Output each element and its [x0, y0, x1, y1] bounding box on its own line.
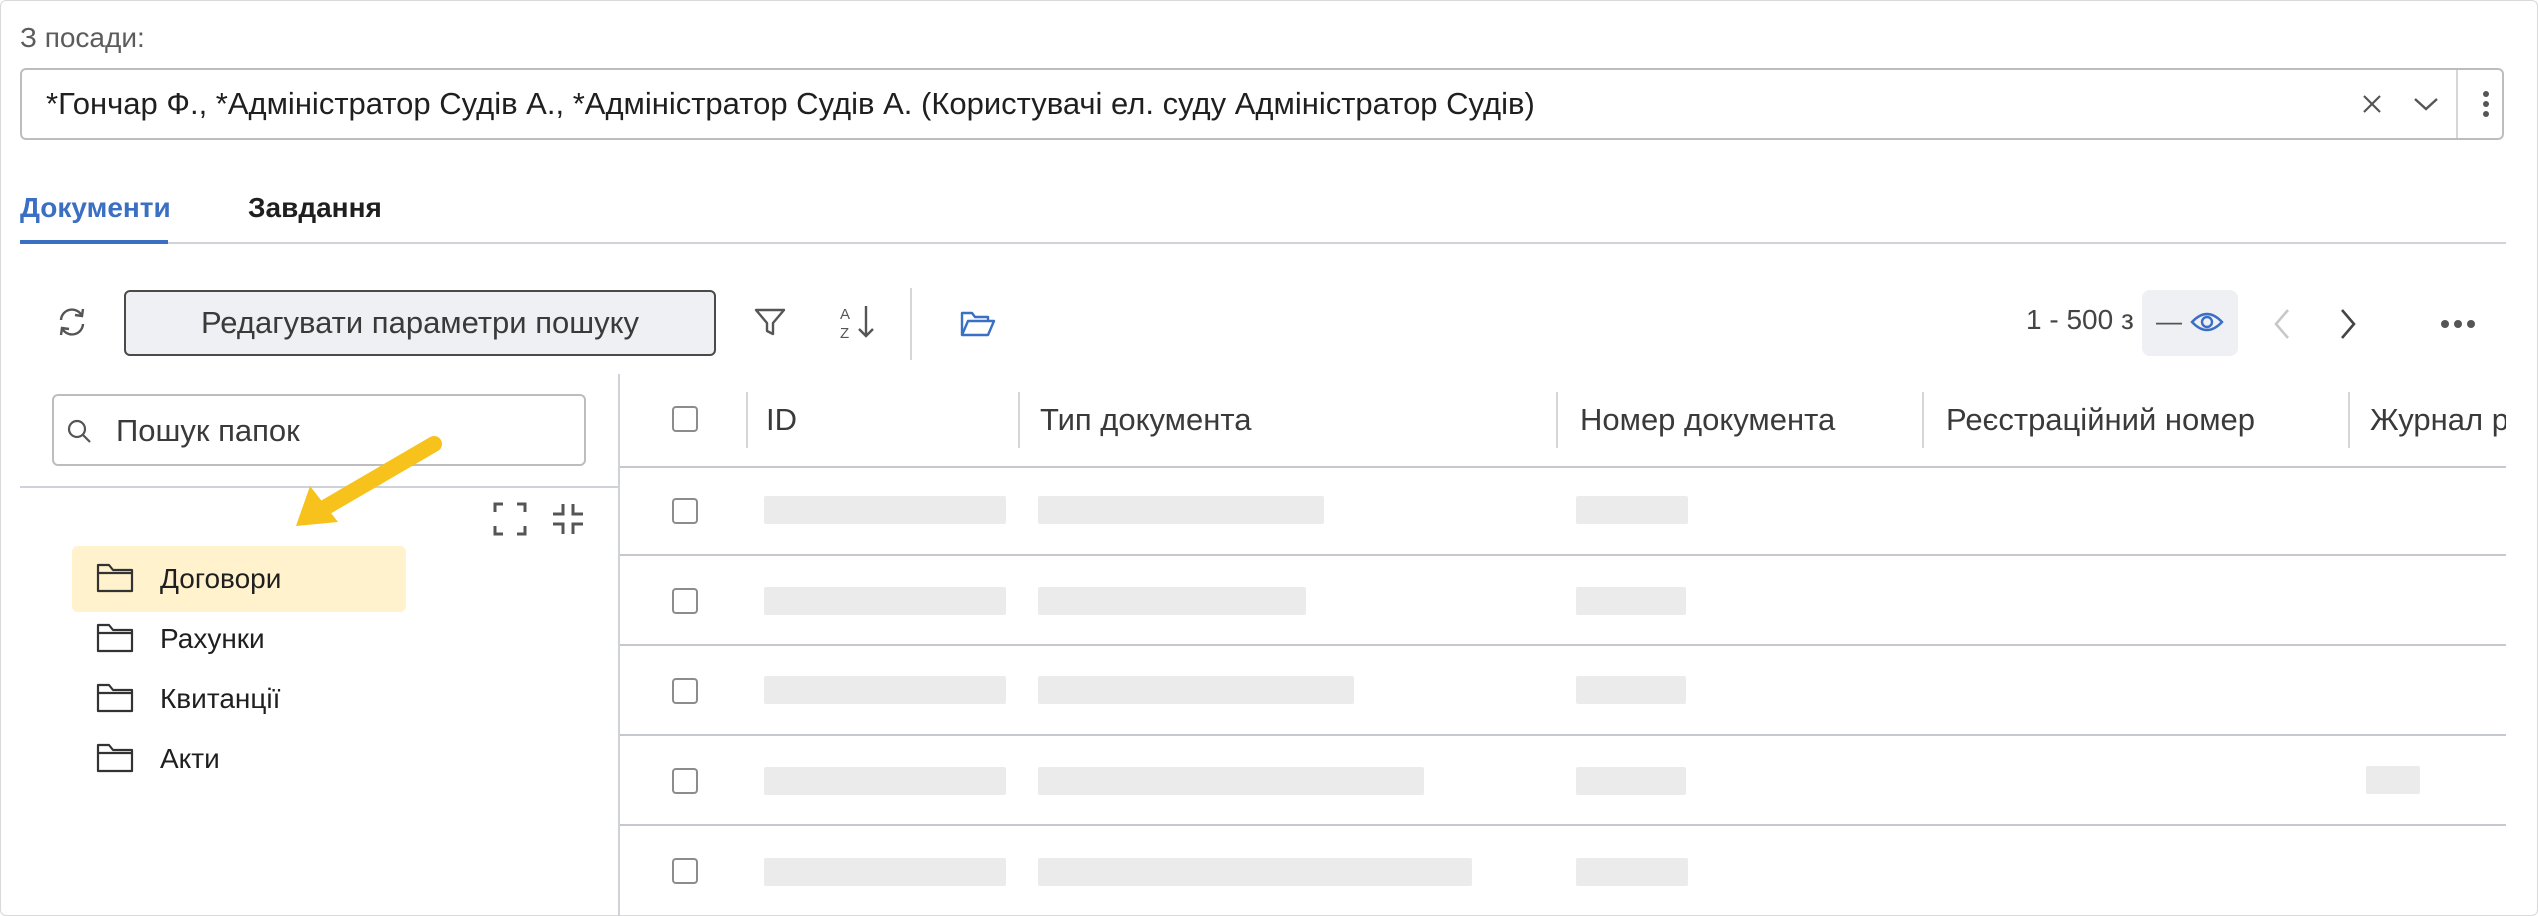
annotation-arrow	[296, 436, 442, 526]
row-checkbox[interactable]	[672, 678, 698, 704]
tab-documents[interactable]: Документи	[20, 192, 171, 224]
refresh-icon[interactable]	[52, 302, 92, 342]
edit-search-params-button[interactable]: Редагувати параметри пошуку	[124, 290, 716, 356]
pager-range: 1 - 500 з	[2026, 304, 2134, 335]
grid-header-divider	[620, 466, 2506, 468]
show-total-button[interactable]: —	[2142, 290, 2238, 356]
loading-placeholder	[1576, 676, 1686, 704]
sort-az-icon[interactable]: A Z	[836, 300, 880, 344]
collapse-icon[interactable]	[550, 500, 586, 538]
row-divider	[620, 644, 2506, 646]
loading-placeholder	[764, 587, 1006, 615]
search-icon	[66, 418, 92, 449]
active-tab-indicator	[20, 240, 168, 244]
select-separator	[2456, 70, 2458, 138]
loading-placeholder	[2366, 766, 2420, 794]
folder-label: Акти	[160, 743, 220, 774]
column-header-doc-number[interactable]: Номер документа	[1580, 402, 1835, 438]
loading-placeholder	[764, 496, 1006, 524]
row-checkbox[interactable]	[672, 858, 698, 884]
loading-placeholder	[764, 858, 1006, 886]
loading-placeholder	[1576, 858, 1688, 886]
select-all-checkbox[interactable]	[672, 406, 698, 432]
folder-label: Рахунки	[160, 623, 265, 654]
row-checkbox[interactable]	[672, 498, 698, 524]
folder-icon	[96, 683, 134, 718]
loading-placeholder	[764, 767, 1006, 795]
column-header-journal[interactable]: Журнал р	[2370, 402, 2506, 438]
position-label: З посади:	[20, 22, 145, 53]
eye-icon	[2190, 308, 2224, 341]
column-header-reg-number[interactable]: Реєстраційний номер	[1946, 402, 2255, 438]
column-header-doc-type[interactable]: Тип документа	[1040, 402, 1251, 438]
clear-icon[interactable]	[2352, 70, 2392, 138]
folder-label: Квитанції	[160, 683, 281, 714]
row-checkbox[interactable]	[672, 768, 698, 794]
folder-icon	[96, 563, 134, 598]
folder-item-receipts[interactable]: Квитанції	[72, 666, 406, 732]
column-separator[interactable]	[1018, 392, 1020, 448]
loading-placeholder	[1038, 496, 1324, 524]
folder-item-invoices[interactable]: Рахунки	[72, 606, 406, 672]
row-divider	[620, 824, 2506, 826]
folder-item-acts[interactable]: Акти	[72, 726, 406, 792]
folder-icon	[96, 743, 134, 778]
folder-label: Договори	[160, 563, 282, 594]
loading-placeholder	[1576, 767, 1686, 795]
folder-open-icon[interactable]	[958, 304, 998, 344]
loading-placeholder	[1038, 767, 1424, 795]
loading-placeholder	[1576, 587, 1686, 615]
svg-text:A: A	[840, 306, 850, 323]
column-header-id[interactable]: ID	[766, 402, 797, 438]
position-select[interactable]: *Гончар Ф., *Адміністратор Судів А., *Ад…	[20, 68, 2504, 140]
chevron-left-icon[interactable]	[2264, 304, 2300, 344]
tab-tasks[interactable]: Завдання	[248, 192, 382, 224]
folder-item-contracts[interactable]: Договори	[72, 546, 406, 612]
filter-icon[interactable]	[750, 302, 790, 342]
pager-total-placeholder: —	[2156, 306, 2182, 336]
expand-icon[interactable]	[492, 500, 528, 538]
position-select-value: *Гончар Ф., *Адміністратор Судів А., *Ад…	[46, 86, 1535, 121]
loading-placeholder	[1576, 496, 1688, 524]
loading-placeholder	[1038, 858, 1472, 886]
more-horizontal-icon[interactable]	[2436, 304, 2480, 344]
row-checkbox[interactable]	[672, 588, 698, 614]
row-divider	[620, 734, 2506, 736]
toolbar-separator	[910, 288, 912, 360]
column-separator[interactable]	[746, 392, 748, 448]
chevron-down-icon[interactable]	[2406, 70, 2446, 138]
loading-placeholder	[764, 676, 1006, 704]
more-vertical-icon[interactable]	[2466, 70, 2506, 138]
column-separator[interactable]	[1922, 392, 1924, 448]
row-divider	[620, 554, 2506, 556]
loading-placeholder	[1038, 676, 1354, 704]
tabs-divider	[20, 242, 2506, 244]
folder-icon	[96, 623, 134, 658]
chevron-right-icon[interactable]	[2330, 304, 2366, 344]
svg-text:Z: Z	[840, 325, 849, 342]
loading-placeholder	[1038, 587, 1306, 615]
column-separator[interactable]	[1556, 392, 1558, 448]
